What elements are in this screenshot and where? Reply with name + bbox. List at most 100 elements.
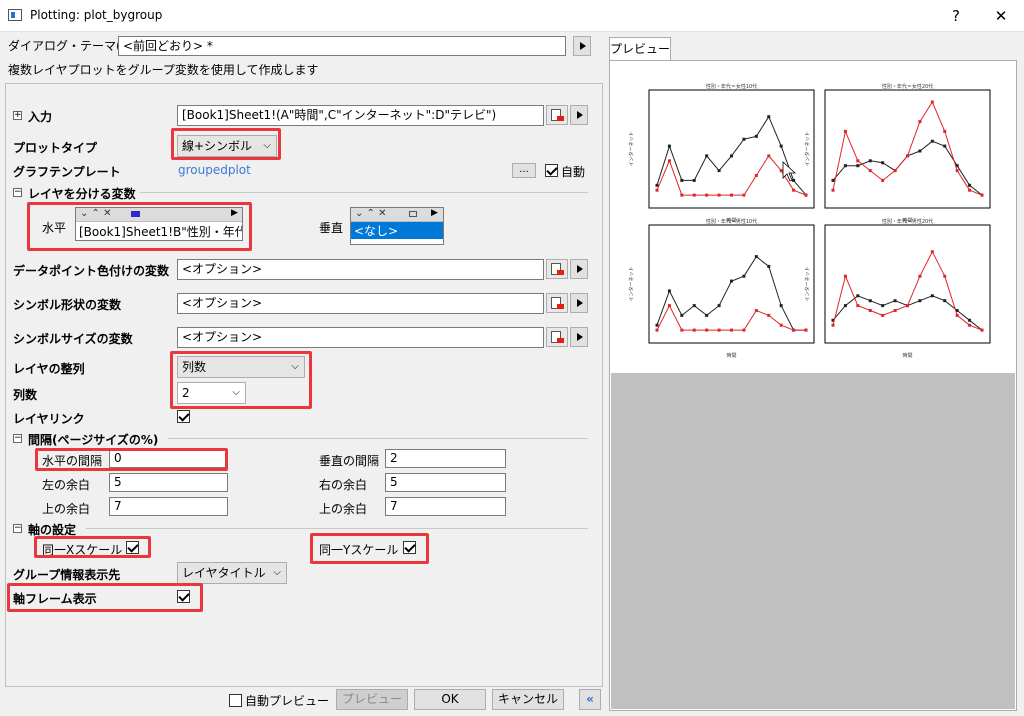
chevron-down-icon: ⌵ bbox=[273, 567, 281, 578]
arrange-label: レイヤの整列 bbox=[13, 362, 85, 376]
auto-template-label: 自動 bbox=[561, 165, 586, 179]
range-picker-icon[interactable] bbox=[546, 259, 568, 279]
top-margin-label: 上の余白 bbox=[42, 502, 91, 516]
preview-button[interactable]: プレビュー bbox=[336, 689, 408, 710]
divider bbox=[168, 438, 588, 439]
preview-series-point bbox=[667, 289, 671, 293]
preview-series-point bbox=[754, 174, 758, 177]
preview-series-point bbox=[730, 328, 733, 332]
preview-series-point bbox=[717, 304, 721, 308]
preview-series-point bbox=[893, 169, 897, 173]
color-var-input[interactable]: <オプション> bbox=[177, 259, 544, 280]
preview-x-label: 時間 bbox=[726, 353, 736, 359]
spacing-section-title: 間隔(ページサイズの%) bbox=[28, 433, 159, 447]
close-button[interactable]: ✕ bbox=[989, 6, 1013, 26]
highlight-horizontal bbox=[27, 202, 252, 251]
input-menu-button[interactable] bbox=[570, 105, 588, 125]
divider bbox=[86, 528, 588, 529]
axis-collapse-icon[interactable]: − bbox=[13, 524, 22, 533]
range-picker-icon[interactable] bbox=[546, 293, 568, 313]
spacing-collapse-icon[interactable]: − bbox=[13, 434, 22, 443]
preview-series-point bbox=[692, 304, 696, 308]
preview-series-point bbox=[918, 120, 922, 124]
columns-label: 列数 bbox=[13, 388, 38, 402]
theme-menu-button[interactable] bbox=[573, 36, 591, 56]
preview-series-point bbox=[943, 299, 947, 303]
top-margin-2-input[interactable]: 7 bbox=[385, 497, 506, 516]
layer-vars-collapse-icon[interactable]: − bbox=[13, 188, 22, 197]
preview-series-point bbox=[705, 313, 709, 317]
preview-series-point bbox=[692, 178, 696, 182]
tab-preview[interactable]: プレビュー bbox=[609, 37, 671, 61]
preview-series-point bbox=[868, 169, 872, 173]
right-margin-label: 右の余白 bbox=[319, 478, 368, 492]
range-picker-icon[interactable] bbox=[546, 327, 568, 347]
preview-series-point bbox=[779, 304, 783, 308]
vertical-list[interactable]: ⌄ ⌃ ✕ ▶ <なし> bbox=[350, 207, 444, 245]
preview-series-point bbox=[667, 144, 671, 148]
preview-panel-title: 性別・年代＝男性20代 bbox=[882, 218, 933, 225]
play-icon[interactable]: ▶ bbox=[431, 208, 438, 218]
preview-series-point bbox=[742, 193, 746, 197]
vertical-list-toolbar: ⌄ ⌃ ✕ ▶ bbox=[351, 208, 443, 222]
preview-series-point bbox=[831, 188, 835, 192]
right-margin-input[interactable]: 5 bbox=[385, 473, 506, 492]
vertical-list-item[interactable]: <なし> bbox=[351, 222, 443, 239]
highlight-axis-frame bbox=[7, 583, 203, 612]
preview-series-point bbox=[881, 178, 885, 182]
preview-series-point bbox=[943, 129, 947, 133]
preview-panel-title: 性別・年代＝女性20代 bbox=[882, 83, 933, 90]
input-field[interactable]: [Book1]Sheet1!(A"時間",C"インターネット":D"テレビ") bbox=[177, 105, 544, 126]
left-margin-input[interactable]: 5 bbox=[109, 473, 228, 492]
preview-series-point bbox=[831, 323, 835, 327]
collapse-panel-button[interactable]: « bbox=[579, 689, 601, 710]
theme-select[interactable]: <前回どおり> * bbox=[118, 36, 566, 56]
preview-series-point bbox=[692, 328, 696, 332]
preview-series-point bbox=[868, 159, 872, 163]
preview-series-point bbox=[955, 313, 959, 317]
input-expand-icon[interactable]: + bbox=[13, 111, 22, 120]
preview-series-point bbox=[655, 188, 659, 192]
preview-series-point bbox=[881, 161, 885, 165]
preview-series-point bbox=[881, 304, 885, 308]
highlight-same-y bbox=[310, 533, 429, 564]
preview-series-point bbox=[893, 309, 897, 312]
highlight-h-gap bbox=[35, 448, 228, 471]
preview-series-point bbox=[843, 129, 847, 133]
size-var-input[interactable]: <オプション> bbox=[177, 327, 544, 348]
ok-button[interactable]: OK bbox=[414, 689, 486, 710]
group-info-select[interactable]: レイヤタイトル ⌵ bbox=[177, 562, 287, 584]
cancel-button[interactable]: キャンセル bbox=[492, 689, 564, 710]
range-picker-icon[interactable] bbox=[546, 105, 568, 125]
preview-series-point bbox=[868, 309, 872, 312]
shape-var-menu-button[interactable] bbox=[570, 293, 588, 313]
help-button[interactable]: ? bbox=[944, 6, 968, 26]
top-margin-input[interactable]: 7 bbox=[109, 497, 228, 516]
auto-template-checkbox[interactable] bbox=[545, 164, 558, 177]
preview-series-point bbox=[918, 274, 922, 278]
color-var-menu-button[interactable] bbox=[570, 259, 588, 279]
preview-series-point bbox=[754, 134, 758, 138]
preview-panel-title: 性別・年代＝男性10代 bbox=[706, 218, 757, 225]
preview-series-point bbox=[918, 299, 922, 303]
preview-series-point bbox=[906, 304, 909, 308]
v-gap-input[interactable]: 2 bbox=[385, 449, 506, 468]
auto-preview-checkbox[interactable] bbox=[229, 694, 242, 707]
template-label: グラフテンプレート bbox=[13, 165, 121, 179]
preview-series-point bbox=[804, 193, 808, 197]
preview-series-point bbox=[754, 255, 758, 259]
preview-series-point bbox=[692, 193, 696, 197]
preview-series-point bbox=[680, 313, 684, 317]
preview-series-point bbox=[717, 328, 721, 332]
preview-series-point bbox=[968, 318, 972, 322]
layer-link-checkbox[interactable] bbox=[177, 410, 190, 423]
preview-series-point bbox=[680, 328, 684, 332]
preview-series-point bbox=[980, 193, 984, 197]
shape-var-input[interactable]: <オプション> bbox=[177, 293, 544, 314]
preview-series-point bbox=[856, 294, 860, 298]
size-var-menu-button[interactable] bbox=[570, 327, 588, 347]
color-var-label: データポイント色付けの変数 bbox=[13, 264, 170, 278]
layer-link-label: レイヤリンク bbox=[13, 412, 85, 426]
preview-series-point bbox=[856, 159, 860, 163]
template-browse-button[interactable]: ... bbox=[512, 163, 536, 178]
